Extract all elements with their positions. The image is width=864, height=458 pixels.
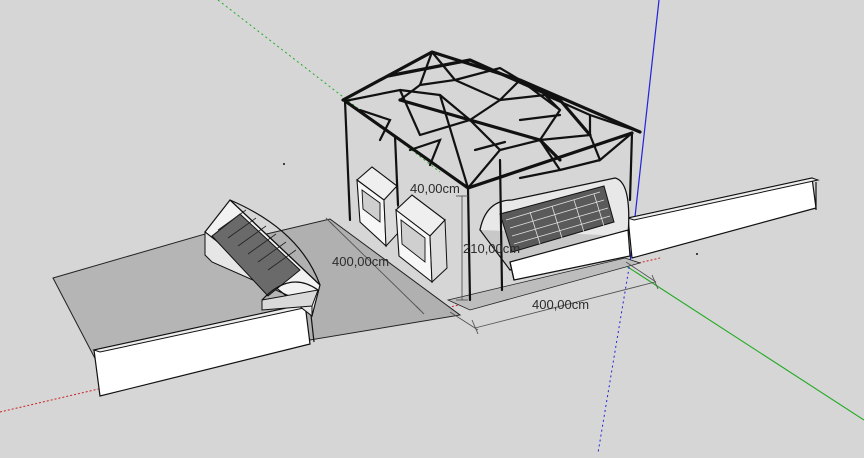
right-wall <box>626 177 820 259</box>
point-marker <box>696 253 698 255</box>
point-marker <box>283 163 285 165</box>
dimension-label-post: 40,00cm <box>410 181 460 196</box>
upright-freezer-1[interactable] <box>356 166 400 248</box>
blue-axis-dotted <box>597 261 631 454</box>
model-scene[interactable]: 400,00cm 400,00cm 210,00cm 40,00cm <box>0 0 864 454</box>
dimension-label-depth: 400,00cm <box>332 254 389 269</box>
dimension-label-width: 400,00cm <box>532 297 589 312</box>
3d-viewport[interactable]: 400,00cm 400,00cm 210,00cm 40,00cm <box>0 0 864 454</box>
dimension-label-height: 210,00cm <box>463 241 520 256</box>
upright-freezer-2[interactable] <box>395 194 448 284</box>
